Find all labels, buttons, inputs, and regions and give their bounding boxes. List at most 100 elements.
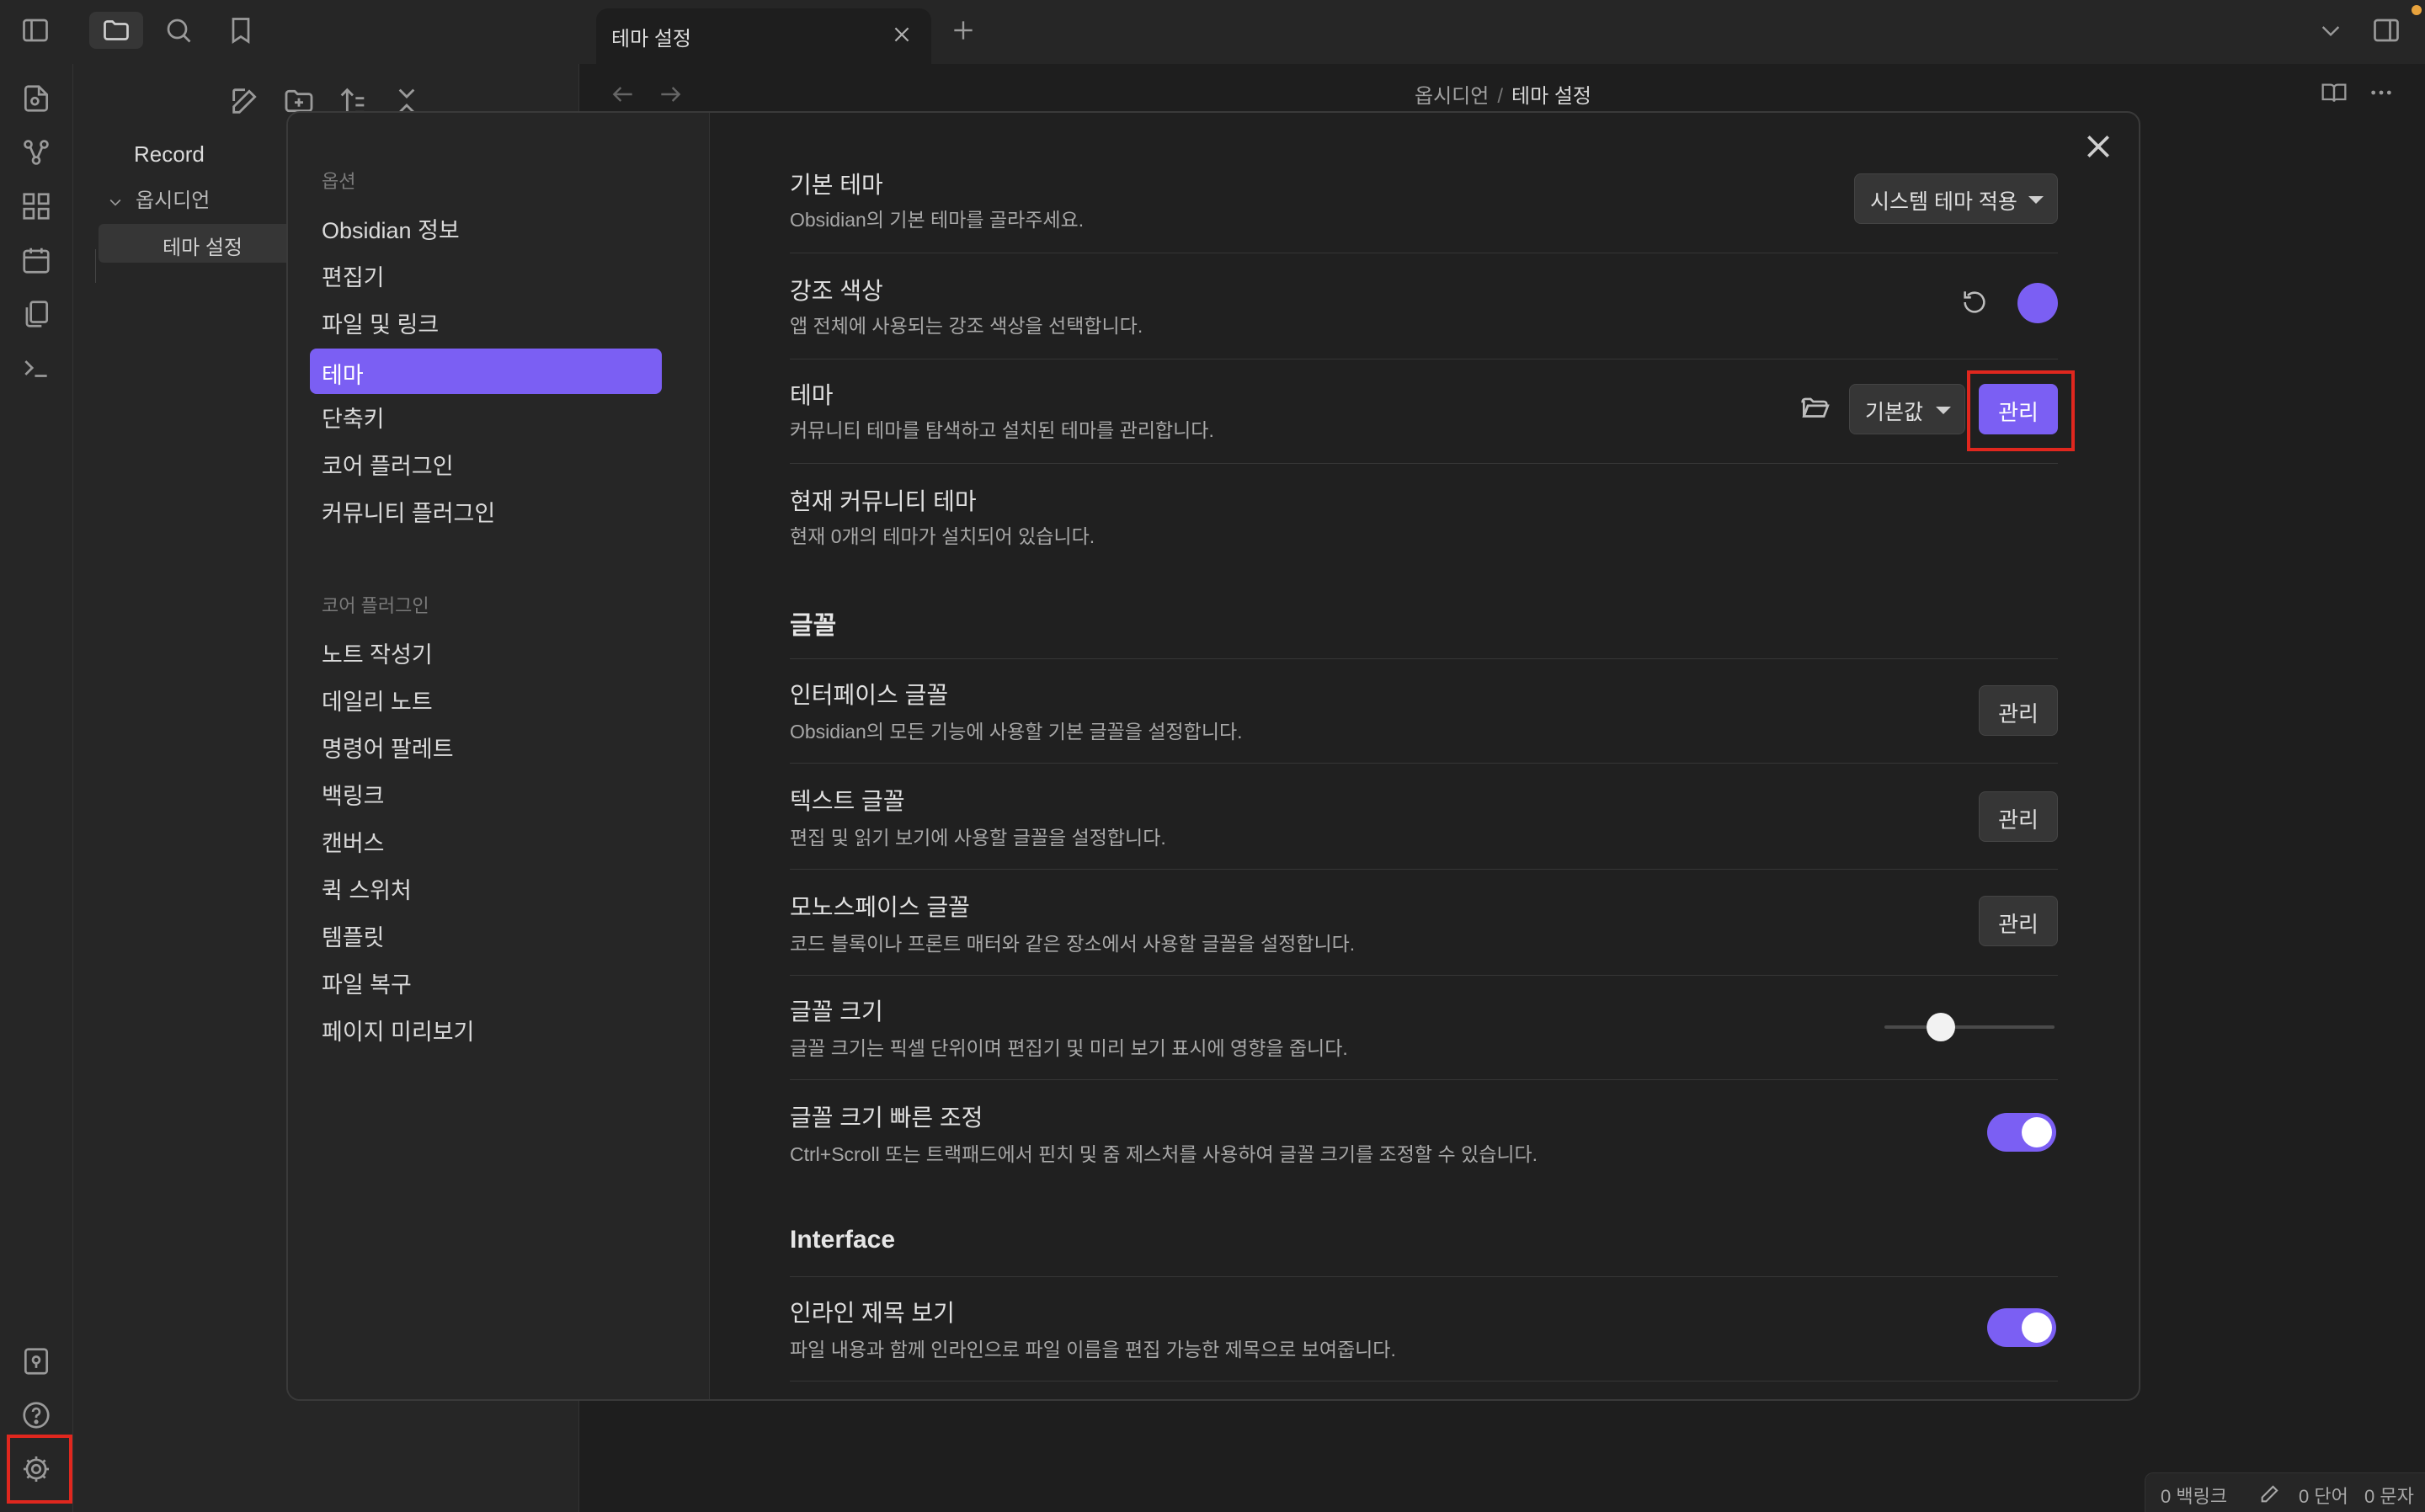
- new-note-icon[interactable]: [228, 84, 262, 118]
- forward-arrow-icon[interactable]: [657, 81, 684, 108]
- font-size-slider-track[interactable]: [1884, 1025, 2055, 1029]
- accent-color-swatch[interactable]: [2017, 283, 2058, 323]
- settings-group-header-options: 옵션: [322, 171, 356, 192]
- reset-icon[interactable]: [1960, 288, 1989, 317]
- graph-view-icon[interactable]: [20, 136, 52, 168]
- setting-accent-color-desc: 앱 전체에 사용되는 강조 색상을 선택합니다.: [790, 315, 1143, 337]
- settings-content: 기본 테마 Obsidian의 기본 테마를 골라주세요. 시스템 테마 적용 …: [790, 113, 2075, 1399]
- close-tab-icon[interactable]: [891, 24, 913, 45]
- settings-nav-note-composer[interactable]: 노트 작성기: [322, 636, 433, 669]
- settings-nav-command-palette[interactable]: 명령어 팔레트: [322, 731, 454, 764]
- caret-down-icon: [1936, 407, 1951, 414]
- bookmark-icon[interactable]: [226, 15, 256, 45]
- setting-font-size-name: 글꼴 크기: [790, 998, 883, 1025]
- calendar-icon[interactable]: [20, 244, 52, 276]
- settings-nav-core-plugins[interactable]: 코어 플러그인: [322, 448, 454, 481]
- reading-view-icon[interactable]: [2321, 79, 2348, 106]
- title-bar: 테마 설정: [0, 0, 2425, 65]
- setting-community-themes-name: 현재 커뮤니티 테마: [790, 488, 977, 514]
- status-bar: 0 백링크 0 단어 0 문자: [2145, 1472, 2425, 1512]
- folder-item[interactable]: 옵시디언: [107, 184, 210, 213]
- theme-value: 기본값: [1865, 401, 1924, 424]
- divider: [790, 1381, 2058, 1382]
- settings-nav-community-plugins[interactable]: 커뮤니티 플러그인: [322, 495, 495, 528]
- file-item-active[interactable]: 테마 설정: [99, 224, 309, 263]
- caret-down-icon: [2028, 196, 2044, 204]
- divider: [790, 463, 2058, 464]
- manage-interface-font-button[interactable]: 관리: [1979, 685, 2058, 736]
- open-themes-folder-icon[interactable]: [1799, 392, 1831, 424]
- word-count: 0 단어: [2299, 1486, 2348, 1507]
- more-options-icon[interactable]: [2368, 79, 2395, 106]
- settings-nav-page-preview[interactable]: 페이지 미리보기: [322, 1014, 474, 1046]
- breadcrumb-separator: /: [1497, 85, 1503, 108]
- file-label: 테마 설정: [163, 237, 242, 259]
- breadcrumb: 옵시디언 / 테마 설정: [1415, 79, 1591, 109]
- tab-theme-settings[interactable]: 테마 설정: [596, 8, 931, 64]
- base-theme-dropdown[interactable]: 시스템 테마 적용: [1854, 173, 2058, 224]
- quick-font-size-toggle[interactable]: [1987, 1113, 2056, 1152]
- theme-dropdown[interactable]: 기본값: [1849, 384, 1965, 434]
- settings-modal: 옵션 Obsidian 정보 편집기 파일 및 링크 테마 단축키 코어 플러그…: [286, 111, 2140, 1401]
- right-sidebar-toggle-icon[interactable]: [2371, 15, 2401, 45]
- settings-nav-backlinks[interactable]: 백링크: [322, 778, 385, 811]
- back-arrow-icon[interactable]: [610, 81, 637, 108]
- setting-mono-font-desc: 코드 블록이나 프론트 매터와 같은 장소에서 사용할 글꼴을 설정합니다.: [790, 933, 1356, 955]
- settings-nav-editor[interactable]: 편집기: [322, 259, 385, 292]
- vault-switcher-icon[interactable]: [20, 1345, 52, 1377]
- settings-group-header-core-plugins: 코어 플러그인: [322, 595, 429, 616]
- settings-nav-daily-notes[interactable]: 데일리 노트: [322, 684, 433, 716]
- inline-title-toggle[interactable]: [1987, 1308, 2056, 1347]
- setting-quick-font-size-name: 글꼴 크기 빠른 조정: [790, 1105, 983, 1131]
- quick-switcher-icon[interactable]: [20, 83, 52, 114]
- edit-mode-icon[interactable]: [2258, 1482, 2282, 1505]
- settings-highlight-box: [7, 1435, 72, 1504]
- setting-inline-title-desc: 파일 내용과 함께 인라인으로 파일 이름을 편집 가능한 제목으로 보여줍니다…: [790, 1339, 1396, 1360]
- tree-guide: [95, 249, 96, 283]
- section-heading-interface: Interface: [790, 1226, 896, 1254]
- settings-nav-hotkeys[interactable]: 단축키: [322, 401, 385, 434]
- close-modal-icon[interactable]: [2081, 130, 2115, 163]
- manage-highlight-box: [1967, 370, 2075, 451]
- setting-text-font-desc: 편집 및 읽기 보기에 사용할 글꼴을 설정합니다.: [790, 827, 1166, 849]
- help-icon[interactable]: [20, 1399, 52, 1431]
- templates-icon[interactable]: [20, 298, 52, 330]
- settings-nav-file-recovery[interactable]: 파일 복구: [322, 966, 412, 999]
- settings-nav-canvas[interactable]: 캔버스: [322, 825, 385, 858]
- tab-list-chevron-icon[interactable]: [2317, 17, 2344, 44]
- ribbon: [0, 64, 73, 1512]
- settings-nav-templates[interactable]: 템플릿: [322, 919, 385, 952]
- divider: [790, 1276, 2058, 1277]
- settings-nav-appearance-label: 테마: [322, 363, 364, 388]
- settings-nav-about[interactable]: Obsidian 정보: [322, 212, 460, 245]
- divider: [790, 658, 2058, 659]
- breadcrumb-parent[interactable]: 옵시디언: [1415, 85, 1489, 108]
- setting-theme-desc: 커뮤니티 테마를 탐색하고 설치된 테마를 관리합니다.: [790, 419, 1214, 441]
- settings-nav-quick-switcher[interactable]: 퀵 스위처: [322, 872, 412, 905]
- setting-mono-font-name: 모노스페이스 글꼴: [790, 894, 970, 920]
- settings-nav-files-links[interactable]: 파일 및 링크: [322, 306, 439, 339]
- section-heading-font: 글꼴: [790, 612, 837, 640]
- setting-font-size-desc: 글꼴 크기는 픽셀 단위이며 편집기 및 미리 보기 표시에 영향을 줍니다.: [790, 1037, 1348, 1059]
- terminal-icon[interactable]: [20, 352, 52, 384]
- setting-inline-title-name: 인라인 제목 보기: [790, 1300, 955, 1326]
- toggle-knob: [2022, 1117, 2052, 1147]
- manage-mono-font-button[interactable]: 관리: [1979, 896, 2058, 946]
- sidebar-toggle-icon[interactable]: [20, 15, 51, 45]
- manage-text-font-button[interactable]: 관리: [1979, 791, 2058, 842]
- settings-nav-appearance[interactable]: 테마: [310, 349, 662, 394]
- canvas-icon[interactable]: [20, 190, 52, 222]
- breadcrumb-current[interactable]: 테마 설정: [1511, 85, 1591, 108]
- update-dot: [2412, 5, 2422, 15]
- font-size-slider-thumb[interactable]: [1926, 1013, 1955, 1041]
- search-icon[interactable]: [163, 15, 194, 45]
- settings-sidebar: 옵션 Obsidian 정보 편집기 파일 및 링크 테마 단축키 코어 플러그…: [288, 113, 710, 1399]
- new-tab-icon[interactable]: [950, 17, 977, 44]
- vault-name[interactable]: Record: [134, 141, 205, 168]
- setting-accent-color-name: 강조 색상: [790, 278, 883, 304]
- setting-quick-font-size-desc: Ctrl+Scroll 또는 트랙패드에서 핀치 및 줌 제스처를 사용하여 글…: [790, 1143, 1538, 1165]
- setting-text-font-name: 텍스트 글꼴: [790, 788, 905, 814]
- files-tab-icon[interactable]: [89, 12, 143, 49]
- setting-community-themes-desc: 현재 0개의 테마가 설치되어 있습니다.: [790, 525, 1095, 547]
- backlink-count[interactable]: 0 백링크: [2161, 1482, 2227, 1509]
